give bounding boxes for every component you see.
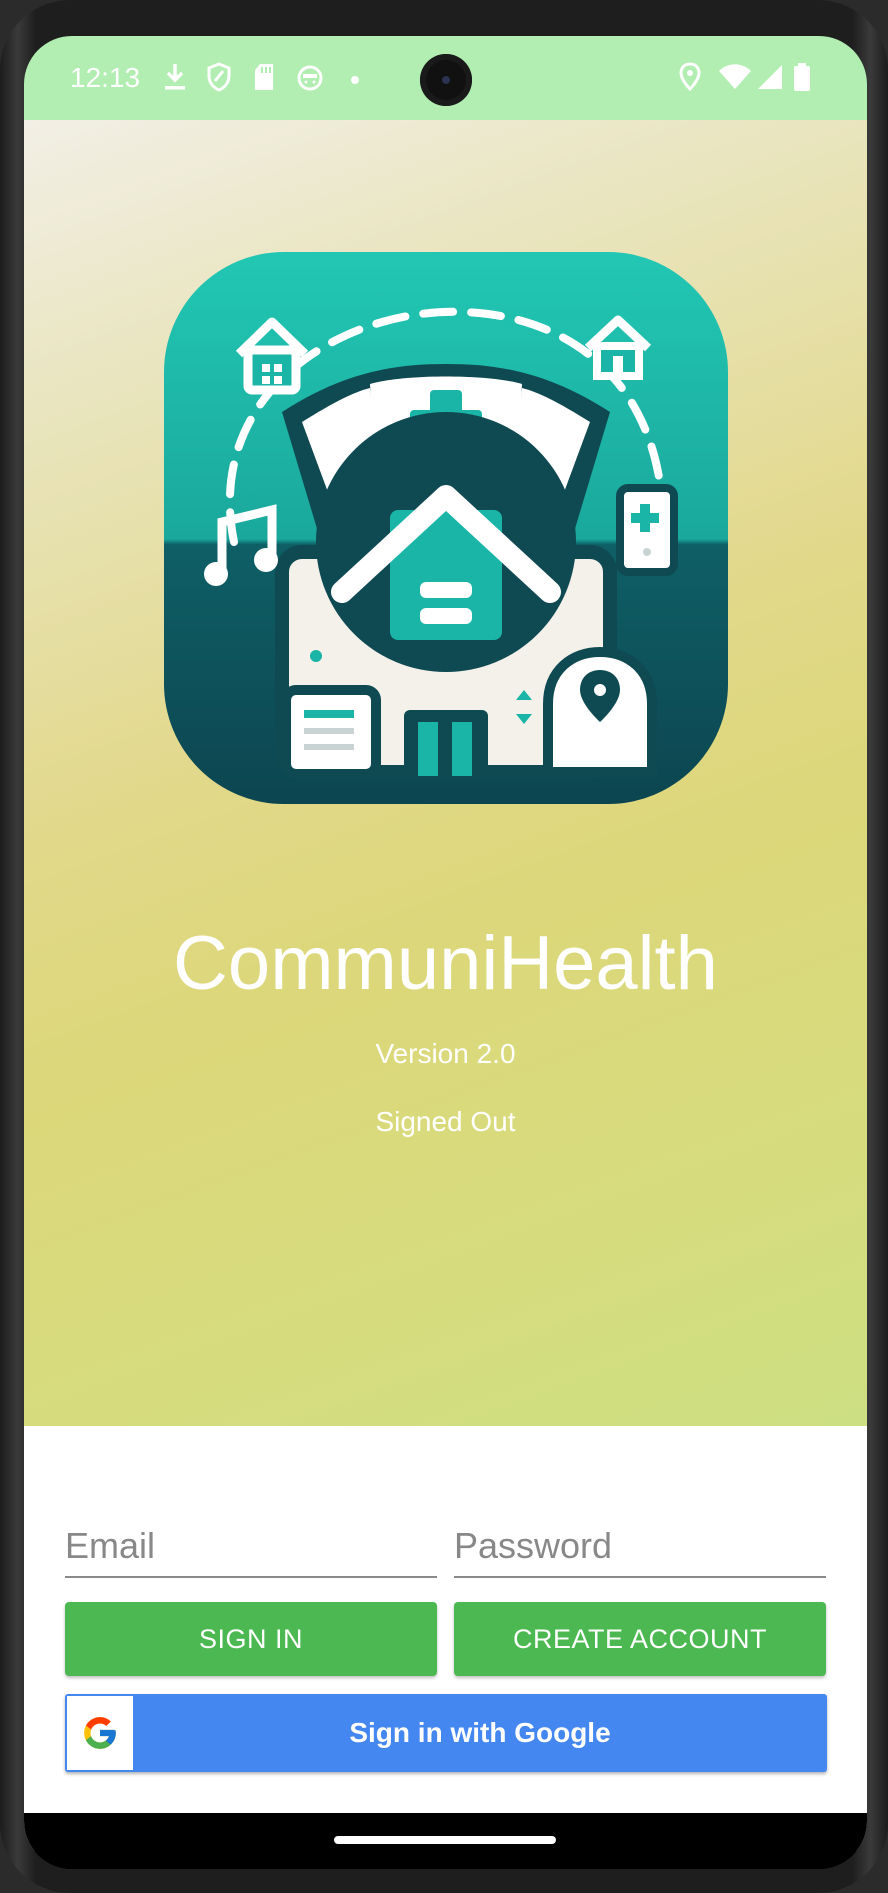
status-bar: 12:13 [24,36,867,120]
hero-section: CommuniHealth Version 2.0 Signed Out [24,120,867,1426]
sd-card-icon [252,62,276,97]
shield-icon [206,62,232,97]
dot-icon [350,72,360,90]
google-logo-icon [67,1696,133,1770]
screen: 12:13 CommuniHealth Version 2.0 Signed O… [24,36,867,1869]
cell-signal-icon [754,62,784,97]
sign-in-button[interactable]: SIGN IN [65,1602,437,1676]
status-time: 12:13 [70,62,141,93]
communihealth-logo [164,252,728,804]
home-indicator[interactable] [334,1836,556,1844]
app-name: CommuniHealth [173,921,718,1006]
download-icon [162,62,188,97]
sign-in-button-label: SIGN IN [198,1623,303,1654]
android-face-icon [296,62,324,97]
google-sign-in-button[interactable]: Sign in with Google [65,1694,827,1772]
app-version: Version 2.0 [375,1038,516,1069]
phone-frame: 12:13 CommuniHealth Version 2.0 Signed O… [0,0,888,1893]
create-account-button[interactable]: CREATE ACCOUNT [454,1602,826,1676]
auth-panel: SIGN IN CREATE ACCOUNT Sign in with Goog… [24,1426,867,1851]
password-field[interactable] [454,1520,826,1578]
google-sign-in-label: Sign in with Google [349,1717,611,1748]
battery-icon [792,62,812,97]
email-field[interactable] [65,1520,437,1578]
wifi-icon [718,62,752,97]
front-camera [420,54,472,106]
create-account-button-label: CREATE ACCOUNT [512,1623,768,1654]
location-icon [678,62,702,97]
sign-in-status: Signed Out [375,1106,516,1137]
